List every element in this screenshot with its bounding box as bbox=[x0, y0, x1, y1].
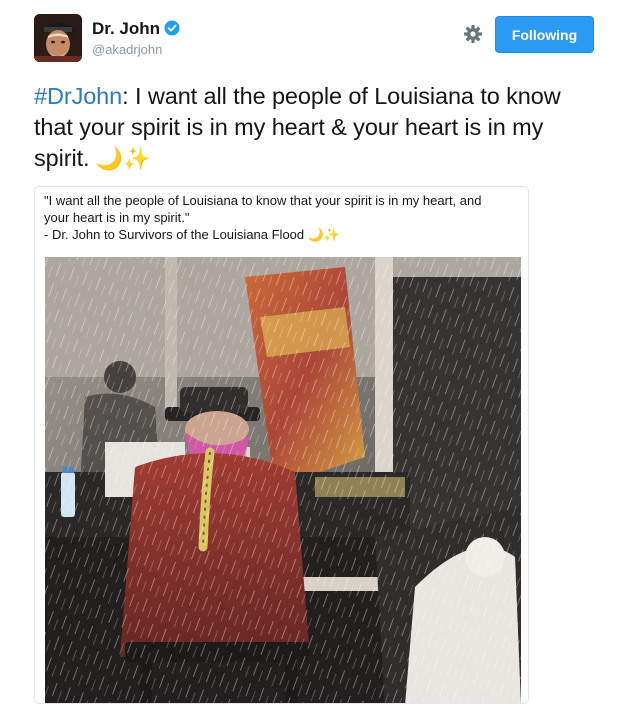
tweet-photo[interactable] bbox=[45, 257, 521, 703]
verified-badge-icon bbox=[164, 20, 180, 36]
hashtag-link[interactable]: #DrJohn bbox=[34, 83, 122, 109]
gear-icon[interactable] bbox=[463, 24, 483, 44]
moon-sparkles-emoji: 🌙✨ bbox=[95, 146, 151, 171]
card-caption-line: "I want all the people of Louisiana to k… bbox=[44, 193, 482, 208]
card-caption-line: your heart is in my spirit." bbox=[44, 210, 190, 225]
tweet-text: #DrJohn: I want all the people of Louisi… bbox=[34, 81, 594, 174]
user-handle[interactable]: @akadrjohn bbox=[92, 41, 180, 59]
media-card[interactable]: "I want all the people of Louisiana to k… bbox=[34, 186, 529, 704]
avatar[interactable] bbox=[34, 14, 82, 62]
display-name[interactable]: Dr. John bbox=[92, 19, 160, 38]
card-caption-line: - Dr. John to Survivors of the Louisiana… bbox=[44, 227, 341, 242]
tweet-header: Dr. John @akadrjohn Following bbox=[34, 14, 596, 68]
card-caption: "I want all the people of Louisiana to k… bbox=[44, 192, 524, 243]
user-name-block: Dr. John @akadrjohn bbox=[92, 18, 180, 59]
following-button[interactable]: Following bbox=[495, 16, 594, 53]
